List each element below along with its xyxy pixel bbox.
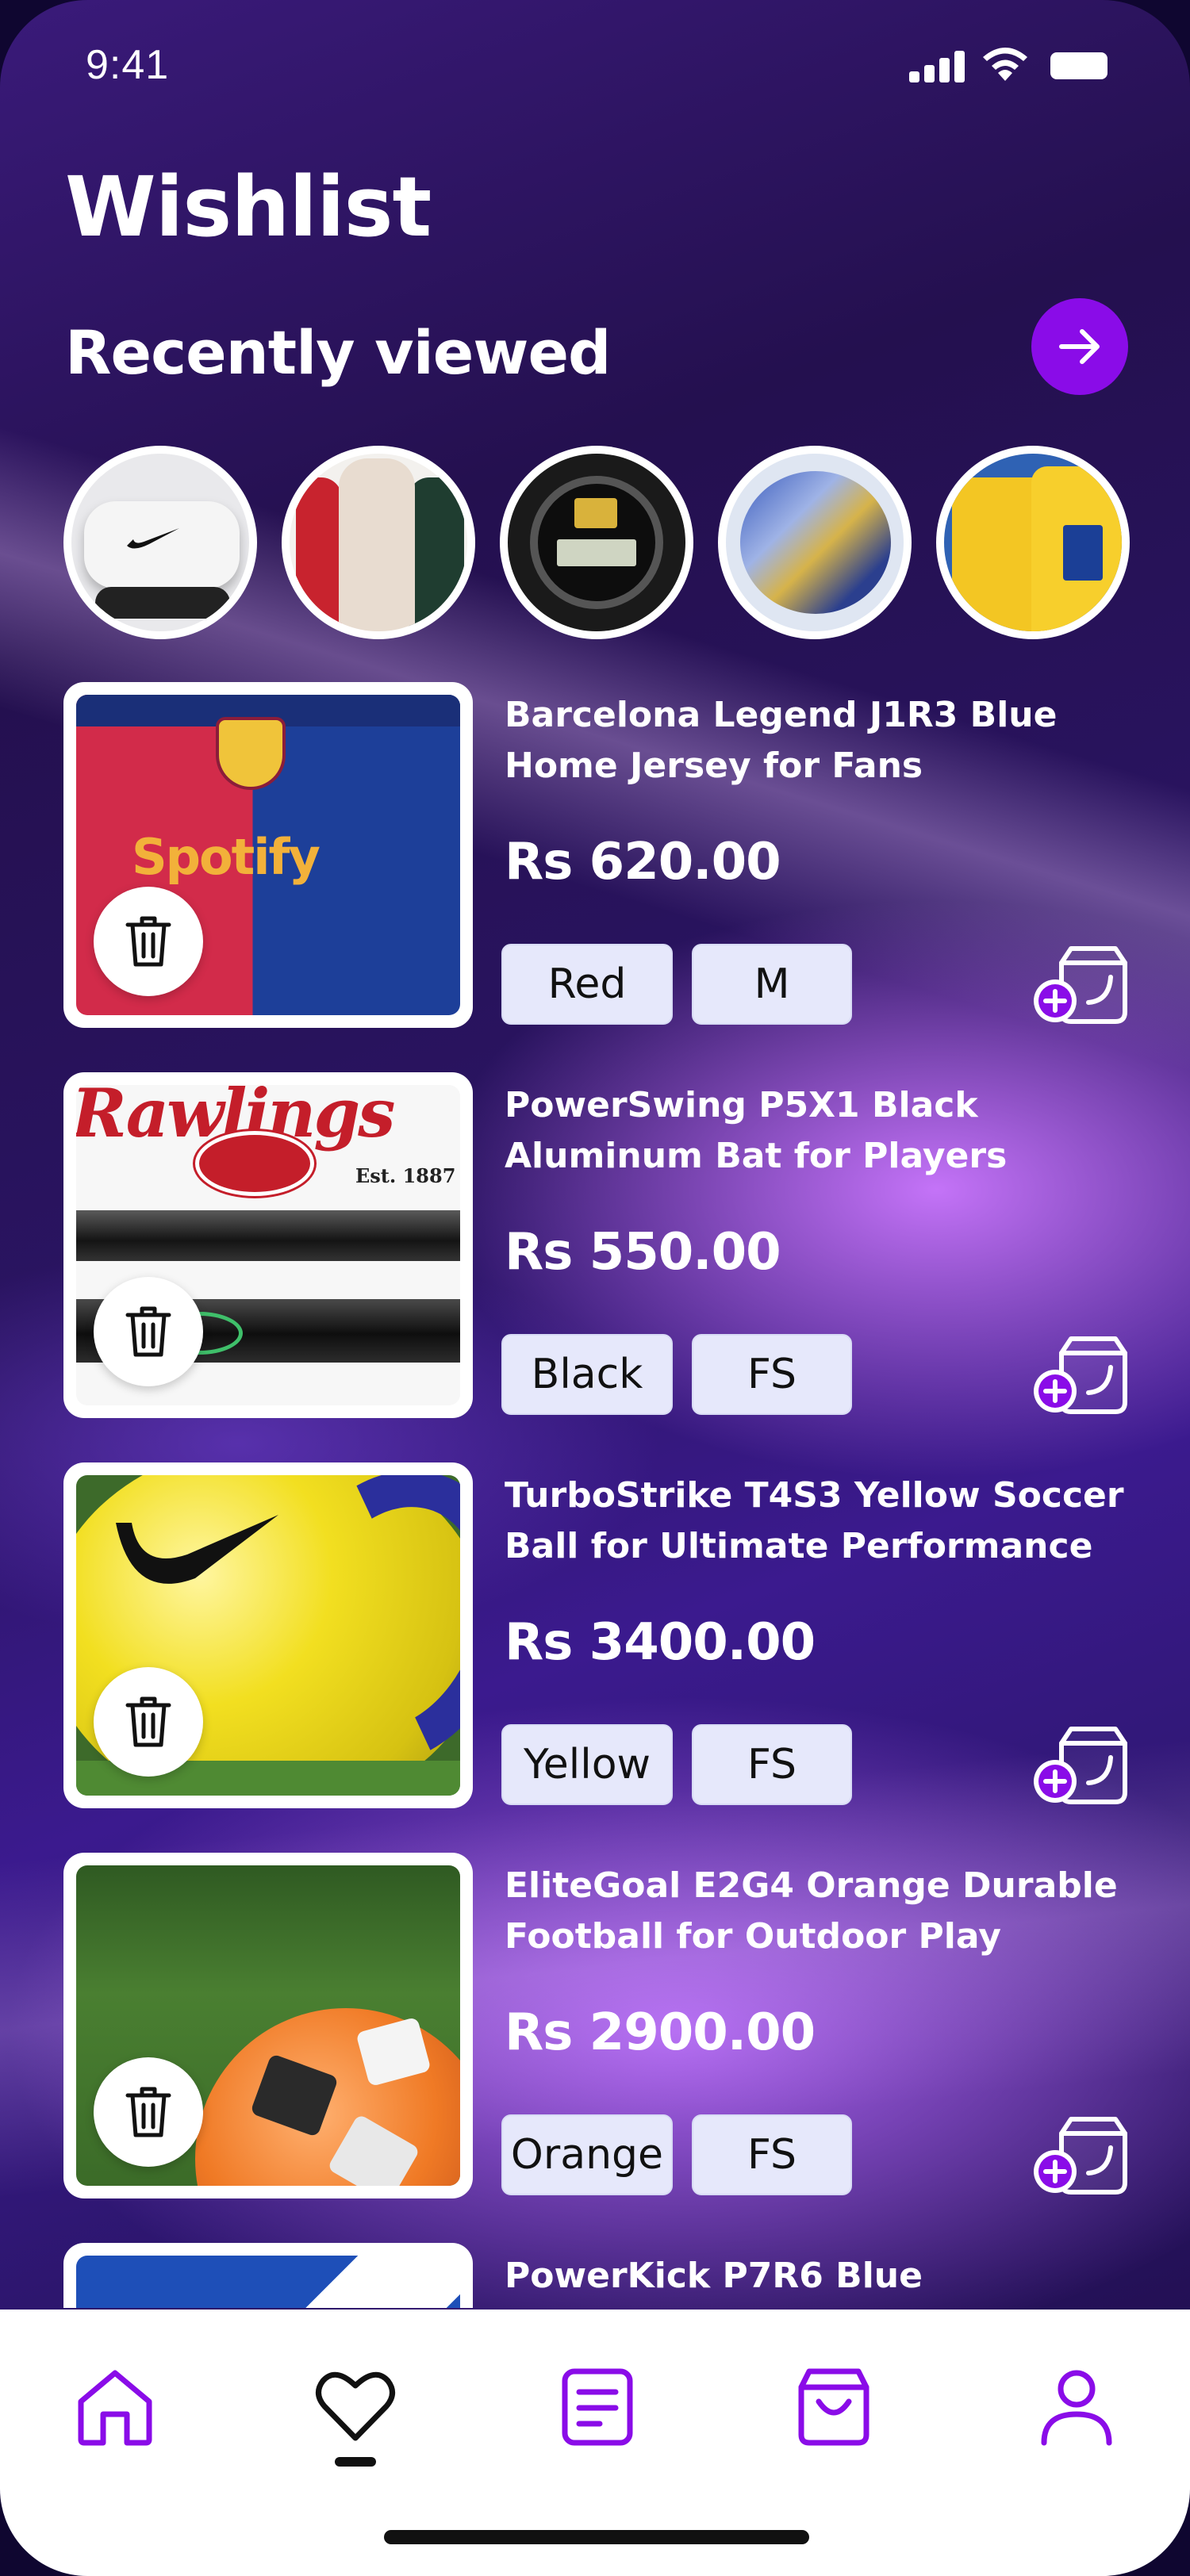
recent-item-bottles[interactable] <box>282 446 475 639</box>
wishlist-card: TurboStrike T4S3 Yellow Soccer Ball for … <box>63 1462 1130 1808</box>
recently-viewed-list <box>63 446 1130 641</box>
yellow-jersey-image <box>944 454 1122 631</box>
active-tab-indicator <box>335 2457 376 2467</box>
color-chip[interactable]: Orange <box>501 2114 673 2195</box>
wifi-icon <box>983 48 1027 81</box>
trash-icon <box>125 2087 171 2137</box>
product-price: Rs 550.00 <box>505 1223 781 1282</box>
bottles-image <box>290 454 467 631</box>
cellular-signal-icon <box>909 48 965 82</box>
bottom-nav <box>0 2310 1190 2576</box>
recent-item-headband[interactable] <box>63 446 257 639</box>
jersey-sponsor-text: Spotify <box>132 828 321 886</box>
recent-item-jersey[interactable] <box>936 446 1130 639</box>
size-chip[interactable]: FS <box>692 1334 852 1415</box>
arrow-right-icon <box>1059 329 1100 364</box>
trash-icon <box>125 1306 171 1357</box>
add-to-cart-icon[interactable] <box>1033 1336 1131 1415</box>
trash-icon <box>125 1696 171 1747</box>
delete-button[interactable] <box>94 887 203 996</box>
size-chip[interactable]: FS <box>692 2114 852 2195</box>
wishlist-card: Rawlings Est. 1887 PowerSwing P5X1 Black… <box>63 1072 1130 1418</box>
size-chip[interactable]: M <box>692 944 852 1025</box>
recent-item-ball[interactable] <box>718 446 912 639</box>
add-to-cart-icon[interactable] <box>1033 1726 1131 1805</box>
headband-image <box>71 454 249 631</box>
product-thumbnail[interactable]: Rawlings Est. 1887 <box>63 1072 473 1418</box>
status-bar: 9:41 <box>0 0 1190 135</box>
add-to-cart-icon[interactable] <box>1033 2116 1131 2195</box>
product-price: Rs 3400.00 <box>505 1613 816 1672</box>
list-icon[interactable] <box>554 2363 641 2451</box>
see-all-button[interactable] <box>1031 298 1128 395</box>
wishlist-screen: 9:41 Wishlist Recently viewed Spotify Ba… <box>0 0 1190 2576</box>
color-chip[interactable]: Yellow <box>501 1724 673 1805</box>
trash-icon <box>125 916 171 967</box>
product-thumbnail[interactable]: Spotify <box>63 682 473 1028</box>
product-name[interactable]: PowerSwing P5X1 Black Aluminum Bat for P… <box>505 1080 1131 1182</box>
wishlist-card: PowerKick P7R6 Blue <box>63 2243 1130 2308</box>
product-thumbnail[interactable] <box>63 2243 473 2308</box>
status-time: 9:41 <box>86 42 170 88</box>
product-thumbnail[interactable] <box>63 1853 473 2198</box>
blue-product-image <box>76 2256 460 2308</box>
size-chip[interactable]: FS <box>692 1724 852 1805</box>
heart-icon[interactable] <box>312 2363 399 2451</box>
delete-button[interactable] <box>94 1277 203 1386</box>
color-chip[interactable]: Red <box>501 944 673 1025</box>
home-icon[interactable] <box>71 2363 159 2451</box>
delete-button[interactable] <box>94 2057 203 2167</box>
ball-image <box>726 454 904 631</box>
product-name[interactable]: EliteGoal E2G4 Orange Durable Football f… <box>505 1861 1131 1962</box>
home-indicator <box>384 2530 809 2544</box>
wishlist-card: Spotify Barcelona Legend J1R3 Blue Home … <box>63 682 1130 1028</box>
bag-icon[interactable] <box>790 2363 877 2451</box>
color-chip[interactable]: Black <box>501 1334 673 1415</box>
wishlist-card: EliteGoal E2G4 Orange Durable Football f… <box>63 1853 1130 2198</box>
product-price: Rs 2900.00 <box>505 2003 816 2062</box>
add-to-cart-icon[interactable] <box>1033 945 1131 1025</box>
delete-button[interactable] <box>94 1667 203 1777</box>
user-icon[interactable] <box>1033 2363 1120 2451</box>
page-title: Wishlist <box>65 159 432 255</box>
product-name[interactable]: PowerKick P7R6 Blue <box>505 2251 1131 2302</box>
recently-viewed-title: Recently viewed <box>65 317 611 388</box>
product-price: Rs 620.00 <box>505 833 781 891</box>
recent-item-watch[interactable] <box>500 446 693 639</box>
product-name[interactable]: Barcelona Legend J1R3 Blue Home Jersey f… <box>505 690 1131 792</box>
battery-icon <box>1050 52 1107 79</box>
watch-image <box>508 454 685 631</box>
product-name[interactable]: TurboStrike T4S3 Yellow Soccer Ball for … <box>505 1470 1131 1572</box>
bat-est-text: Est. 1887 <box>355 1164 456 1187</box>
product-thumbnail[interactable] <box>63 1462 473 1808</box>
